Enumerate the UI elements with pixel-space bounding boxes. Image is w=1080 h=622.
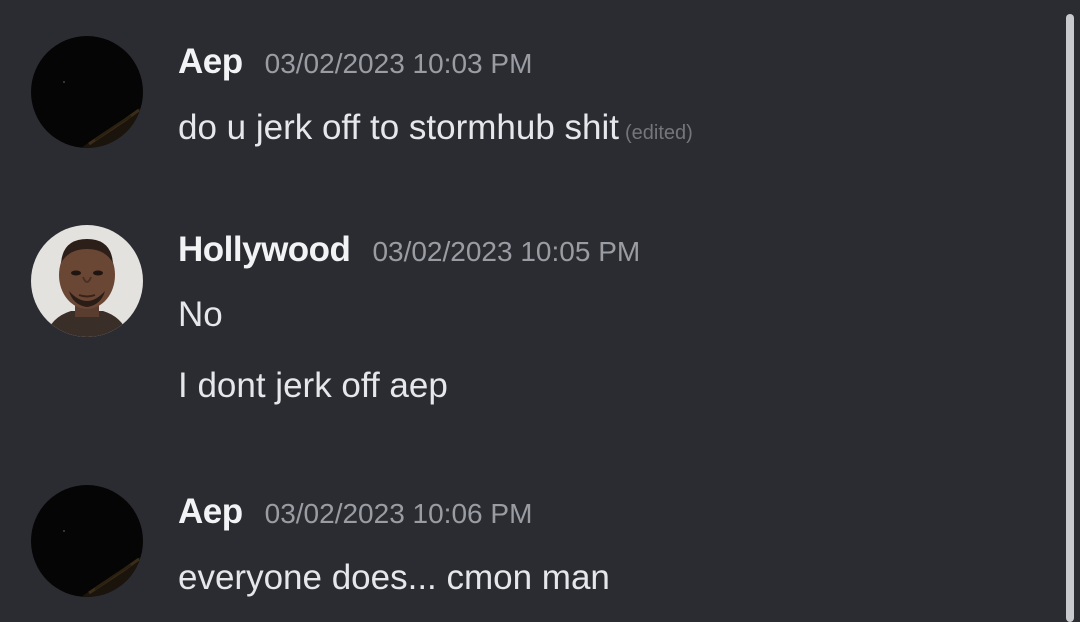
scrollbar[interactable]	[1066, 14, 1074, 622]
message-header: Aep 03/02/2023 10:03 PM	[178, 42, 532, 82]
chat-message-list[interactable]: Aep 03/02/2023 10:03 PM do u jerk off to …	[0, 0, 1080, 622]
message-text: everyone does... cmon man	[178, 558, 610, 598]
message-text: do u jerk off to stormhub shit (edited)	[178, 108, 693, 148]
dark-night-avatar-icon	[31, 36, 143, 148]
message-text: I dont jerk off aep	[178, 366, 448, 406]
edited-label: (edited)	[624, 122, 693, 144]
scrollbar-thumb[interactable]	[1066, 14, 1074, 622]
message-content: I dont jerk off aep	[178, 366, 448, 405]
mugshot-avatar-icon	[31, 225, 143, 337]
user-avatar[interactable]	[31, 485, 143, 597]
timestamp: 03/02/2023 10:03 PM	[264, 48, 533, 79]
user-avatar[interactable]	[31, 225, 143, 337]
dark-night-avatar-icon	[31, 485, 143, 597]
message-content: everyone does... cmon man	[178, 558, 610, 597]
message-content: do u jerk off to stormhub shit	[178, 108, 619, 147]
timestamp: 03/02/2023 10:06 PM	[264, 498, 533, 529]
timestamp: 03/02/2023 10:05 PM	[372, 236, 641, 267]
message-header: Hollywood 03/02/2023 10:05 PM	[178, 230, 640, 270]
username[interactable]: Aep	[178, 42, 243, 81]
user-avatar[interactable]	[31, 36, 143, 148]
message-header: Aep 03/02/2023 10:06 PM	[178, 492, 532, 532]
username[interactable]: Aep	[178, 492, 243, 531]
message-content: No	[178, 295, 223, 334]
username[interactable]: Hollywood	[178, 230, 351, 269]
message-text: No	[178, 295, 223, 335]
